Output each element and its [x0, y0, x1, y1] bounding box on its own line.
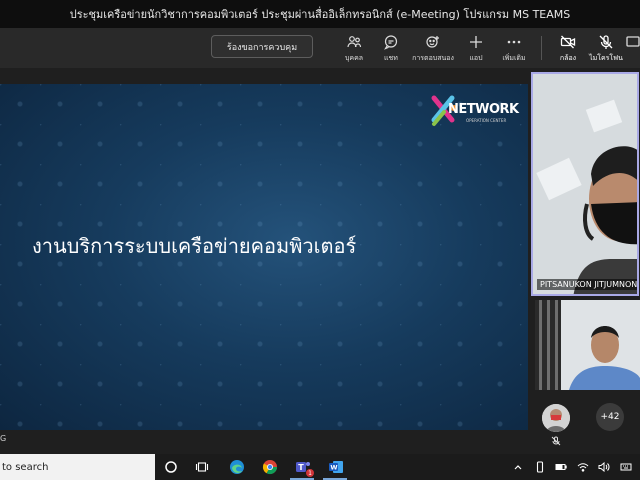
- camera-off-icon: [560, 35, 576, 49]
- logo-subtitle: OPERATION CENTER: [466, 118, 507, 123]
- cortana-circle-icon: [165, 461, 177, 473]
- chevron-up-icon: [514, 465, 522, 470]
- wifi-icon: [577, 463, 589, 472]
- people-button[interactable]: บุคคล: [334, 31, 374, 67]
- participant-avatar-photo: [542, 404, 570, 432]
- battery-icon: [555, 464, 567, 470]
- cortana-button[interactable]: [162, 458, 180, 476]
- people-label: บุคคล: [344, 54, 364, 62]
- chat-icon: [384, 35, 398, 50]
- keyboard-language-icon: [620, 463, 632, 471]
- window-title: ประชุมเครือข่ายนักวิชาการคอมพิวเตอร์ ประ…: [0, 0, 640, 28]
- microphone-button[interactable]: ไมโครโฟน: [586, 31, 626, 67]
- meeting-toolbar: ร้องขอการควบคุม บุคคล แชท การตอบสนอง แอป…: [0, 28, 640, 68]
- task-view-icon: [195, 462, 209, 472]
- participant-avatar[interactable]: [542, 404, 570, 432]
- edge-icon: [230, 460, 244, 474]
- more-label: เพิ่มเติม: [502, 54, 526, 62]
- tray-overflow-button[interactable]: [512, 460, 524, 474]
- word-app-button[interactable]: W: [327, 458, 345, 476]
- apps-button[interactable]: แอป: [456, 31, 496, 67]
- apps-label: แอป: [469, 54, 483, 62]
- request-control-button[interactable]: ร้องขอการควบคุม: [211, 35, 313, 58]
- slide-corner-text: G: [0, 434, 7, 443]
- edge-browser-button[interactable]: [228, 458, 246, 476]
- word-icon: W: [329, 461, 343, 473]
- participant-video-main[interactable]: PITSANUKON JITJUMNONG: [531, 72, 639, 296]
- task-view-button[interactable]: [193, 458, 211, 476]
- svg-text:W: W: [330, 464, 337, 472]
- more-button[interactable]: เพิ่มเติม: [494, 31, 534, 67]
- participant-video-second[interactable]: [535, 300, 640, 390]
- chrome-browser-button[interactable]: [261, 458, 279, 476]
- plus-icon: [470, 36, 482, 48]
- shared-slide: NETWORK OPERATION CENTER งานบริการระบบเค…: [0, 84, 528, 430]
- participant-name-label: PITSANUKON JITJUMNONG: [537, 279, 637, 290]
- toolbar-divider: [541, 36, 542, 60]
- tray-battery-button[interactable]: [555, 460, 567, 474]
- participant-photo: [533, 74, 637, 294]
- chat-label: แชท: [384, 54, 398, 62]
- more-dots-icon: [507, 40, 521, 44]
- svg-text:T: T: [298, 463, 304, 472]
- taskbar-search-input[interactable]: to search: [0, 454, 155, 480]
- reactions-icon: [426, 36, 439, 48]
- chrome-icon: [262, 460, 278, 475]
- share-button-partial[interactable]: [626, 31, 640, 67]
- microphone-off-icon: [599, 35, 613, 49]
- reactions-button[interactable]: การตอบสนอง: [412, 31, 454, 67]
- slide-title: งานบริการระบบเครือข่ายคอมพิวเตอร์: [32, 234, 357, 258]
- tray-volume-button[interactable]: [598, 460, 610, 474]
- network-logo: NETWORK OPERATION CENTER: [430, 92, 522, 134]
- teams-notification-badge: 1: [306, 469, 314, 477]
- more-participants-button[interactable]: +42: [596, 403, 624, 431]
- muted-microphone-icon: [551, 436, 561, 446]
- phone-icon: [536, 461, 544, 473]
- volume-icon: [598, 462, 610, 472]
- camera-button[interactable]: กล้อง: [548, 31, 588, 67]
- reactions-label: การตอบสนอง: [412, 54, 454, 62]
- share-icon: [626, 36, 640, 47]
- chat-button[interactable]: แชท: [371, 31, 411, 67]
- tray-language-button[interactable]: [620, 460, 632, 474]
- participant-photo-second: [535, 300, 640, 390]
- people-icon: [347, 36, 362, 48]
- windows-taskbar: to search T 1 W: [0, 454, 640, 480]
- tray-phone-button[interactable]: [534, 460, 546, 474]
- teams-app-button[interactable]: T 1: [294, 458, 314, 477]
- logo-text: NETWORK: [448, 102, 519, 117]
- microphone-label: ไมโครโฟน: [589, 54, 623, 62]
- tray-wifi-button[interactable]: [577, 460, 589, 474]
- camera-label: กล้อง: [559, 54, 577, 62]
